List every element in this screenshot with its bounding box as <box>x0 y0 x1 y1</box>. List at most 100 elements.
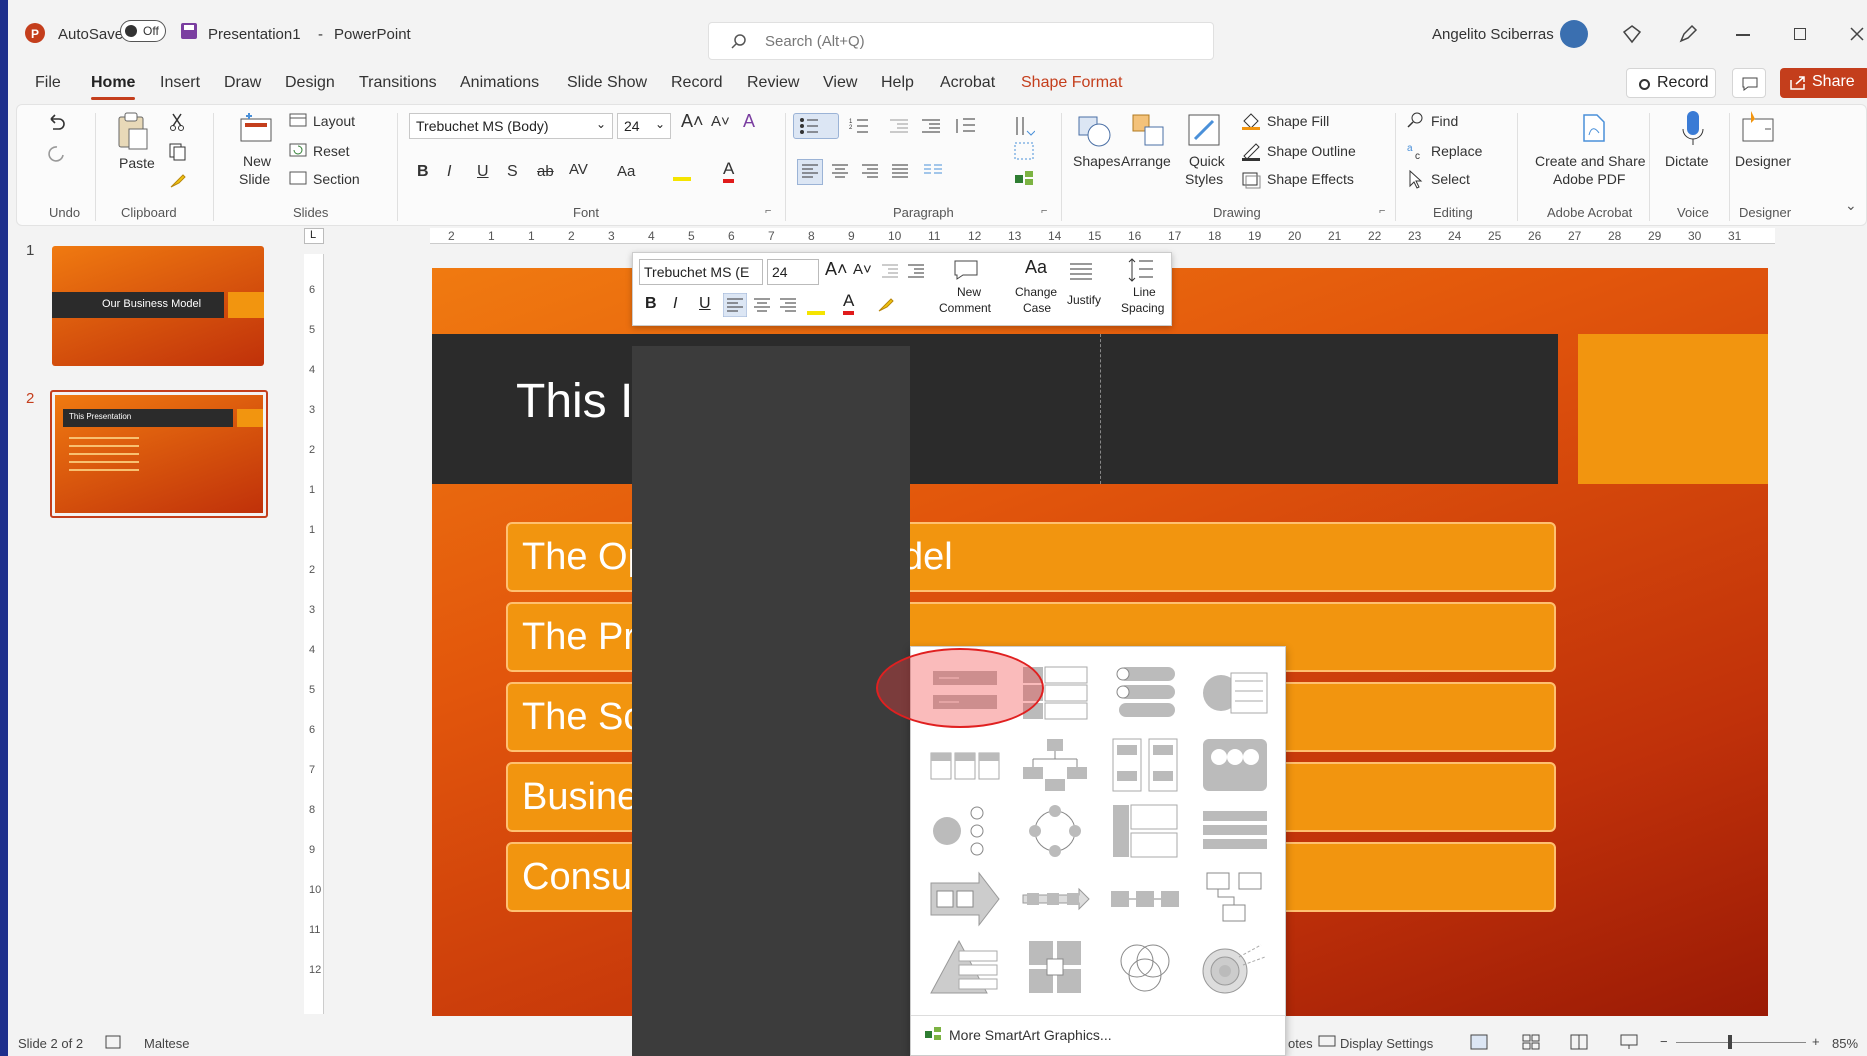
accessibility-icon[interactable] <box>104 1034 122 1050</box>
new-comment-label[interactable]: New <box>957 285 981 299</box>
underline-icon[interactable]: U <box>699 295 711 313</box>
align-right-icon[interactable] <box>779 297 797 313</box>
tab-help[interactable]: Help <box>881 74 914 92</box>
target-icon[interactable] <box>1199 937 1271 997</box>
line-spacing-icon[interactable] <box>1127 257 1155 283</box>
language-indicator[interactable]: Maltese <box>144 1036 190 1051</box>
venn-icon[interactable] <box>1109 937 1181 997</box>
slide-thumbnail-1[interactable]: Our Business Model <box>52 246 264 366</box>
numbering-icon[interactable]: 12 <box>849 117 869 135</box>
layout-button[interactable]: Layout <box>313 113 355 129</box>
tab-home[interactable]: Home <box>91 74 136 100</box>
section-button[interactable]: Section <box>313 171 360 187</box>
hierarchy-icon[interactable] <box>1019 735 1091 795</box>
slide-sorter-icon[interactable] <box>1522 1034 1540 1050</box>
reset-button[interactable]: Reset <box>313 143 350 159</box>
linear-process-icon[interactable] <box>1109 869 1181 929</box>
autosave-toggle[interactable]: Off <box>120 20 166 42</box>
line-spacing-label[interactable]: Line <box>1133 285 1156 299</box>
pyramid-list-icon[interactable] <box>929 937 1001 997</box>
change-case-label[interactable]: Change <box>1015 285 1057 299</box>
display-settings-button[interactable]: Display Settings <box>1340 1036 1433 1051</box>
dictate-button[interactable]: Dictate <box>1665 153 1709 169</box>
designer-icon[interactable] <box>1739 109 1779 147</box>
target-list-icon[interactable] <box>1199 663 1271 723</box>
align-text-icon[interactable] <box>1013 141 1035 161</box>
tab-slide-show[interactable]: Slide Show <box>567 74 647 92</box>
microphone-icon[interactable] <box>1681 109 1705 149</box>
shape-outline-button[interactable]: Shape Outline <box>1267 143 1356 159</box>
line-spacing-icon[interactable] <box>953 117 977 135</box>
new-slide-label-2[interactable]: Slide <box>239 171 270 187</box>
font-name-dropdown[interactable]: Trebuchet MS (Body) ⌄ <box>409 113 613 139</box>
dialog-launcher-icon[interactable]: ⌐ <box>1379 205 1385 217</box>
decrease-font-icon[interactable]: A˅ <box>711 113 730 130</box>
tab-record[interactable]: Record <box>671 74 723 92</box>
avatar[interactable] <box>1560 20 1588 48</box>
matrix-icon[interactable] <box>1019 937 1091 997</box>
bold-icon[interactable]: B <box>417 163 429 181</box>
tab-selector[interactable]: L <box>304 228 324 244</box>
shadow-icon[interactable]: S <box>507 163 518 181</box>
search-box[interactable]: Search (Alt+Q) <box>708 22 1214 60</box>
find-button[interactable]: Find <box>1431 113 1458 129</box>
strikethrough-icon[interactable]: ab <box>537 163 554 180</box>
pen-icon[interactable] <box>1678 24 1698 44</box>
basic-process-icon[interactable] <box>1019 869 1091 929</box>
comments-button[interactable] <box>1732 68 1766 98</box>
zoom-out-icon[interactable]: − <box>1660 1034 1668 1049</box>
decrease-font-icon[interactable]: A˅ <box>853 261 872 278</box>
replace-button[interactable]: Replace <box>1431 143 1482 159</box>
clear-format-icon[interactable]: A <box>743 111 755 132</box>
tab-transitions[interactable]: Transitions <box>359 74 437 92</box>
italic-icon[interactable]: I <box>673 295 677 313</box>
char-spacing-icon[interactable]: AV <box>569 161 588 178</box>
align-right-icon[interactable] <box>861 163 879 179</box>
new-comment-label-2[interactable]: Comment <box>939 301 991 315</box>
shape-effects-button[interactable]: Shape Effects <box>1267 171 1354 187</box>
normal-view-icon[interactable] <box>1470 1034 1488 1050</box>
dialog-launcher-icon[interactable]: ⌐ <box>765 205 771 217</box>
align-center-icon[interactable] <box>831 163 849 179</box>
vertical-list-icon[interactable] <box>1109 801 1181 861</box>
tab-review[interactable]: Review <box>747 74 799 92</box>
reading-view-icon[interactable] <box>1570 1034 1588 1050</box>
vertical-chevron-list-icon[interactable] <box>1109 663 1181 723</box>
picture-process-icon[interactable] <box>1199 869 1271 929</box>
convert-to-smartart-icon[interactable] <box>1013 169 1035 189</box>
slideshow-icon[interactable] <box>1620 1034 1638 1050</box>
quick-styles-label[interactable]: Quick <box>1189 153 1225 169</box>
shapes-icon[interactable] <box>1075 113 1115 149</box>
new-slide-icon[interactable] <box>239 111 275 145</box>
tab-view[interactable]: View <box>823 74 857 92</box>
tab-shape-format[interactable]: Shape Format <box>1021 74 1122 92</box>
new-comment-icon[interactable] <box>953 259 979 281</box>
notes-button[interactable]: otes <box>1288 1036 1313 1051</box>
mini-font-dropdown[interactable]: Trebuchet MS (E <box>639 259 763 285</box>
shapes-label[interactable]: Shapes <box>1073 153 1120 169</box>
zoom-level[interactable]: 85% <box>1832 1036 1858 1051</box>
shape-fill-button[interactable]: Shape Fill <box>1267 113 1329 129</box>
font-color-icon[interactable]: A <box>723 159 735 183</box>
create-share-label[interactable]: Create and Share <box>1535 153 1646 169</box>
increase-font-icon[interactable]: A˄ <box>681 111 704 132</box>
create-share-label-2[interactable]: Adobe PDF <box>1553 171 1625 187</box>
process-arrows-icon[interactable] <box>929 869 1001 929</box>
record-button[interactable]: Record <box>1626 68 1716 98</box>
radial-list-icon[interactable] <box>929 801 1001 861</box>
undo-icon[interactable] <box>45 111 67 133</box>
highlight-icon[interactable] <box>673 161 691 181</box>
line-spacing-label-2[interactable]: Spacing <box>1121 301 1164 315</box>
bold-icon[interactable]: B <box>645 295 657 313</box>
increase-indent-icon[interactable] <box>921 119 941 133</box>
decrease-indent-icon[interactable] <box>889 119 909 133</box>
more-smartart-link[interactable]: More SmartArt Graphics... <box>949 1027 1112 1043</box>
change-case-label-2[interactable]: Case <box>1023 301 1051 315</box>
format-painter-icon[interactable] <box>877 295 895 313</box>
cut-icon[interactable] <box>169 113 185 131</box>
highlight-icon[interactable] <box>807 293 825 315</box>
new-slide-label[interactable]: New <box>243 153 271 169</box>
paste-label[interactable]: Paste <box>119 155 155 171</box>
increase-font-icon[interactable]: A˄ <box>825 259 848 280</box>
close-icon[interactable] <box>1850 27 1864 41</box>
